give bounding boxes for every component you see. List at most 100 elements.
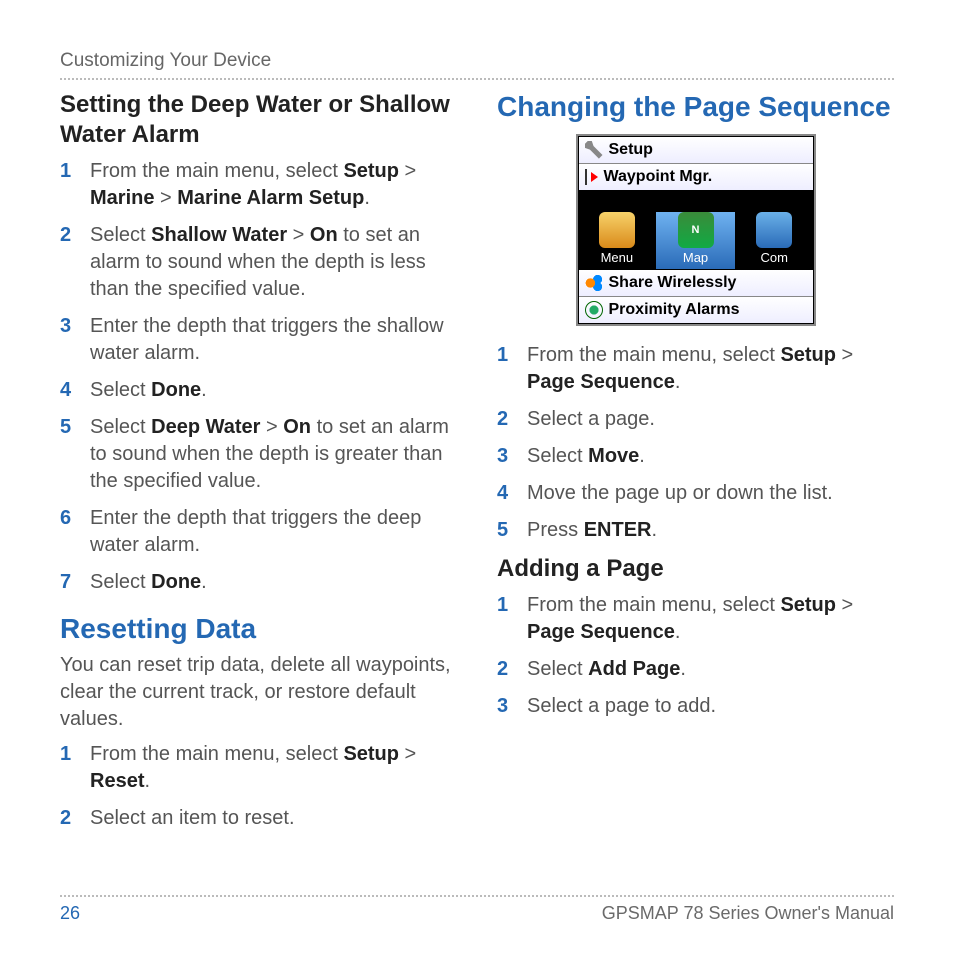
ui-term: Move (588, 445, 639, 467)
text: . (680, 658, 686, 680)
page-sequence-steps: From the main menu, select Setup > Page … (497, 342, 894, 544)
ui-term: Marine Alarm Setup (177, 187, 364, 209)
text: . (201, 571, 207, 593)
step: Select Done. (60, 377, 457, 404)
ui-term: On (310, 224, 338, 246)
text: . (364, 187, 370, 209)
section-header: Customizing Your Device (60, 50, 894, 80)
text: . (651, 519, 657, 541)
text: > (260, 416, 283, 438)
device-item-waypoint: Waypoint Mgr. (579, 164, 813, 190)
step: From the main menu, select Setup > Reset… (60, 741, 457, 795)
right-column: Changing the Page Sequence Setup Waypoin… (497, 90, 894, 885)
ui-term: Setup (780, 344, 836, 366)
step: From the main menu, select Setup > Page … (497, 342, 894, 396)
ui-term: Add Page (588, 658, 680, 680)
ui-term: On (283, 416, 311, 438)
manual-title: GPSMAP 78 Series Owner's Manual (602, 903, 894, 924)
reset-intro: You can reset trip data, delete all wayp… (60, 652, 457, 733)
step: Move the page up or down the list. (497, 480, 894, 507)
step: Select a page to add. (497, 693, 894, 720)
step: Enter the depth that triggers the shallo… (60, 313, 457, 367)
wrench-icon (585, 141, 603, 159)
step: Enter the depth that triggers the deep w… (60, 505, 457, 559)
ui-term: Setup (780, 594, 836, 616)
ui-term: Marine (90, 187, 154, 209)
text: Select (90, 571, 151, 593)
step: Select Deep Water > On to set an alarm t… (60, 414, 457, 495)
device-tab-label: Menu (601, 250, 634, 265)
device-item-label: Waypoint Mgr. (604, 168, 713, 186)
adding-page-steps: From the main menu, select Setup > Page … (497, 592, 894, 720)
text: From the main menu, select (527, 594, 780, 616)
page-number: 26 (60, 903, 80, 924)
ui-term: Done (151, 379, 201, 401)
device-item-label: Share Wirelessly (609, 274, 737, 292)
heading-resetting-data: Resetting Data (60, 612, 457, 646)
share-icon (585, 274, 603, 292)
step: From the main menu, select Setup > Page … (497, 592, 894, 646)
text: Select (527, 658, 588, 680)
device-item-share: Share Wirelessly (579, 270, 813, 297)
step: Press ENTER. (497, 517, 894, 544)
content-columns: Setting the Deep Water or Shallow Water … (60, 90, 894, 885)
reset-steps: From the main menu, select Setup > Reset… (60, 741, 457, 832)
text: . (639, 445, 645, 467)
ui-term: Page Sequence (527, 621, 675, 643)
flag-icon (585, 169, 598, 185)
device-item-proximity: Proximity Alarms (579, 297, 813, 323)
text: Select (90, 224, 151, 246)
text: . (144, 770, 150, 792)
text: . (675, 371, 681, 393)
device-item-setup: Setup (579, 137, 813, 164)
ui-term: Setup (343, 743, 399, 765)
device-menu-bottom: Share Wirelessly Proximity Alarms (578, 269, 814, 324)
ui-term: Shallow Water (151, 224, 287, 246)
device-screenshot: Setup Waypoint Mgr. Menu Map (576, 134, 816, 326)
step: Select Move. (497, 443, 894, 470)
device-icon-row: Menu Map Com (578, 191, 814, 269)
text: > (399, 160, 416, 182)
text: Press (527, 519, 584, 541)
heading-page-sequence: Changing the Page Sequence (497, 90, 894, 124)
ui-term: Setup (343, 160, 399, 182)
heading-water-alarm: Setting the Deep Water or Shallow Water … (60, 90, 457, 150)
text: . (675, 621, 681, 643)
device-tab-label: Com (760, 250, 787, 265)
device-item-label: Setup (609, 141, 653, 159)
text: From the main menu, select (90, 743, 343, 765)
ui-term: Reset (90, 770, 144, 792)
proximity-icon (585, 301, 603, 319)
device-tab-label: Map (683, 250, 708, 265)
step: From the main menu, select Setup > Marin… (60, 158, 457, 212)
left-column: Setting the Deep Water or Shallow Water … (60, 90, 457, 885)
device-tab-map: Map (656, 212, 735, 269)
heading-adding-page: Adding a Page (497, 554, 894, 584)
menu-icon (599, 212, 635, 248)
ui-term: ENTER (584, 519, 652, 541)
device-tab-menu: Menu (578, 212, 657, 269)
device-menu-top: Setup Waypoint Mgr. (578, 136, 814, 191)
text: > (154, 187, 177, 209)
ui-term: Deep Water (151, 416, 260, 438)
device-item-label: Proximity Alarms (609, 301, 740, 319)
step: Select an item to reset. (60, 805, 457, 832)
text: From the main menu, select (90, 160, 343, 182)
text: > (836, 594, 853, 616)
text: > (399, 743, 416, 765)
device-tab-compass: Com (735, 212, 814, 269)
text: Select (90, 416, 151, 438)
step: Select Add Page. (497, 656, 894, 683)
water-alarm-steps: From the main menu, select Setup > Marin… (60, 158, 457, 596)
map-icon (678, 212, 714, 248)
ui-term: Done (151, 571, 201, 593)
text: . (201, 379, 207, 401)
page-footer: 26 GPSMAP 78 Series Owner's Manual (60, 895, 894, 924)
text: > (836, 344, 853, 366)
step: Select Done. (60, 569, 457, 596)
manual-page: Customizing Your Device Setting the Deep… (0, 0, 954, 954)
text: Select (90, 379, 151, 401)
step: Select a page. (497, 406, 894, 433)
ui-term: Page Sequence (527, 371, 675, 393)
text: Select (527, 445, 588, 467)
